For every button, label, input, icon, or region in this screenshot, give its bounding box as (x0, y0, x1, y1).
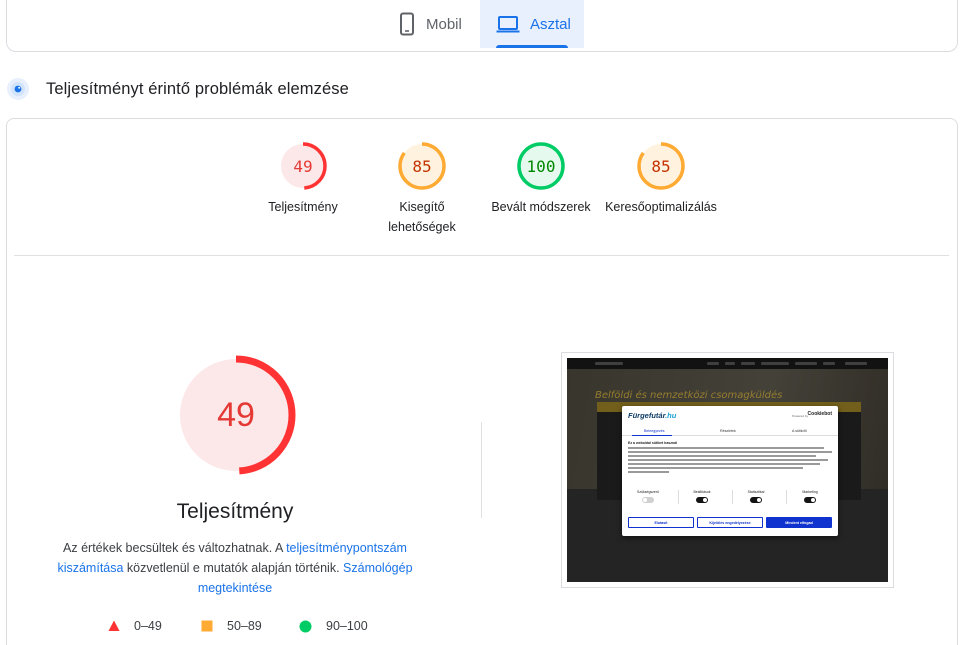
gauge-label: Bevált módszerek (491, 200, 591, 214)
cookiebot-logo: Cookiebot (807, 411, 832, 417)
gauge-ring: 85 (637, 142, 685, 190)
gauge-ring: 49 (279, 142, 327, 190)
consent-switch: Szükségszerű (628, 490, 668, 503)
performance-description: Az értékek becsültek és változhatnak. A … (50, 538, 420, 598)
site-logo: Fürgefutár.hu (628, 411, 677, 420)
consent-switch: Marketing (790, 490, 830, 503)
consent-deny-button: Elutasít (628, 517, 694, 528)
legend-pass-label: 90–100 (326, 619, 368, 633)
score-legend-average: 50–89 (201, 616, 262, 636)
gauge-label: Keresőoptimalizálás (605, 200, 717, 214)
gauge-best-practices[interactable]: 100 Bevált módszerek (486, 141, 596, 217)
powered-by-text: Powered by (792, 414, 808, 418)
legend-fail-label: 0–49 (134, 619, 162, 633)
consent-tab: Részletek (720, 429, 736, 433)
gauge-label: Teljesítmény (268, 200, 338, 214)
performance-score-value: 49 (217, 396, 255, 434)
score-legend-fail: 0–49 (108, 616, 162, 636)
score-gauges: 49 Teljesítmény 85 Kisegítő lehetőségek … (0, 0, 960, 260)
green-circle-icon (299, 620, 312, 632)
red-triangle-icon (108, 620, 120, 631)
gauge-value: 49 (293, 157, 312, 176)
cookie-consent-dialog: Fürgefutár.hu Powered by Cookiebot Belee… (622, 406, 838, 536)
gauge-value: 85 (651, 157, 670, 176)
vertical-divider (481, 422, 482, 518)
gauge-ring: 85 (398, 142, 446, 190)
description-text: Az értékek becsültek és változhatnak. A (63, 541, 287, 555)
score-legend-pass: 90–100 (299, 616, 368, 636)
consent-accept-button: Mindent elfogad (766, 517, 832, 528)
screenshot-image: Belföldi és nemzetközi csomagküldés Fürg… (567, 358, 888, 582)
gauge-label: Kisegítő (399, 200, 445, 214)
performance-title: Teljesítmény (176, 500, 294, 523)
consent-heading: Ez a weboldal sütiket használ (628, 441, 678, 445)
gauge-accessibility[interactable]: 85 Kisegítő lehetőségek (374, 141, 470, 237)
gauge-seo[interactable]: 85 Keresőoptimalizálás (601, 141, 721, 217)
orange-square-icon (201, 620, 213, 632)
gauge-performance[interactable]: 49 Teljesítmény (255, 141, 351, 217)
consent-tab: Beleegyezés (644, 429, 665, 433)
consent-tabs: Beleegyezés Részletek A sütikről (622, 426, 838, 436)
consent-switch: Beállítások (682, 490, 722, 503)
consent-tab: A sütikről (792, 429, 807, 433)
gauge-ring: 100 (517, 142, 565, 190)
consent-switch: Statisztikai (736, 490, 776, 503)
gauge-value: 85 (412, 157, 431, 176)
legend-average-label: 50–89 (227, 619, 262, 633)
consent-selection-button: Kijelölés engedélyezése (697, 517, 763, 528)
description-text: közvetlenül e mutatók alapján történik. (123, 561, 344, 575)
consent-body-text (628, 447, 832, 475)
divider (14, 255, 949, 256)
performance-score-gauge: 49 (175, 354, 297, 481)
gauge-value: 100 (527, 157, 556, 176)
page-screenshot-thumbnail[interactable]: Belföldi és nemzetközi csomagküldés Fürg… (561, 352, 894, 588)
gauge-label-line2: lehetőségek (388, 220, 456, 234)
